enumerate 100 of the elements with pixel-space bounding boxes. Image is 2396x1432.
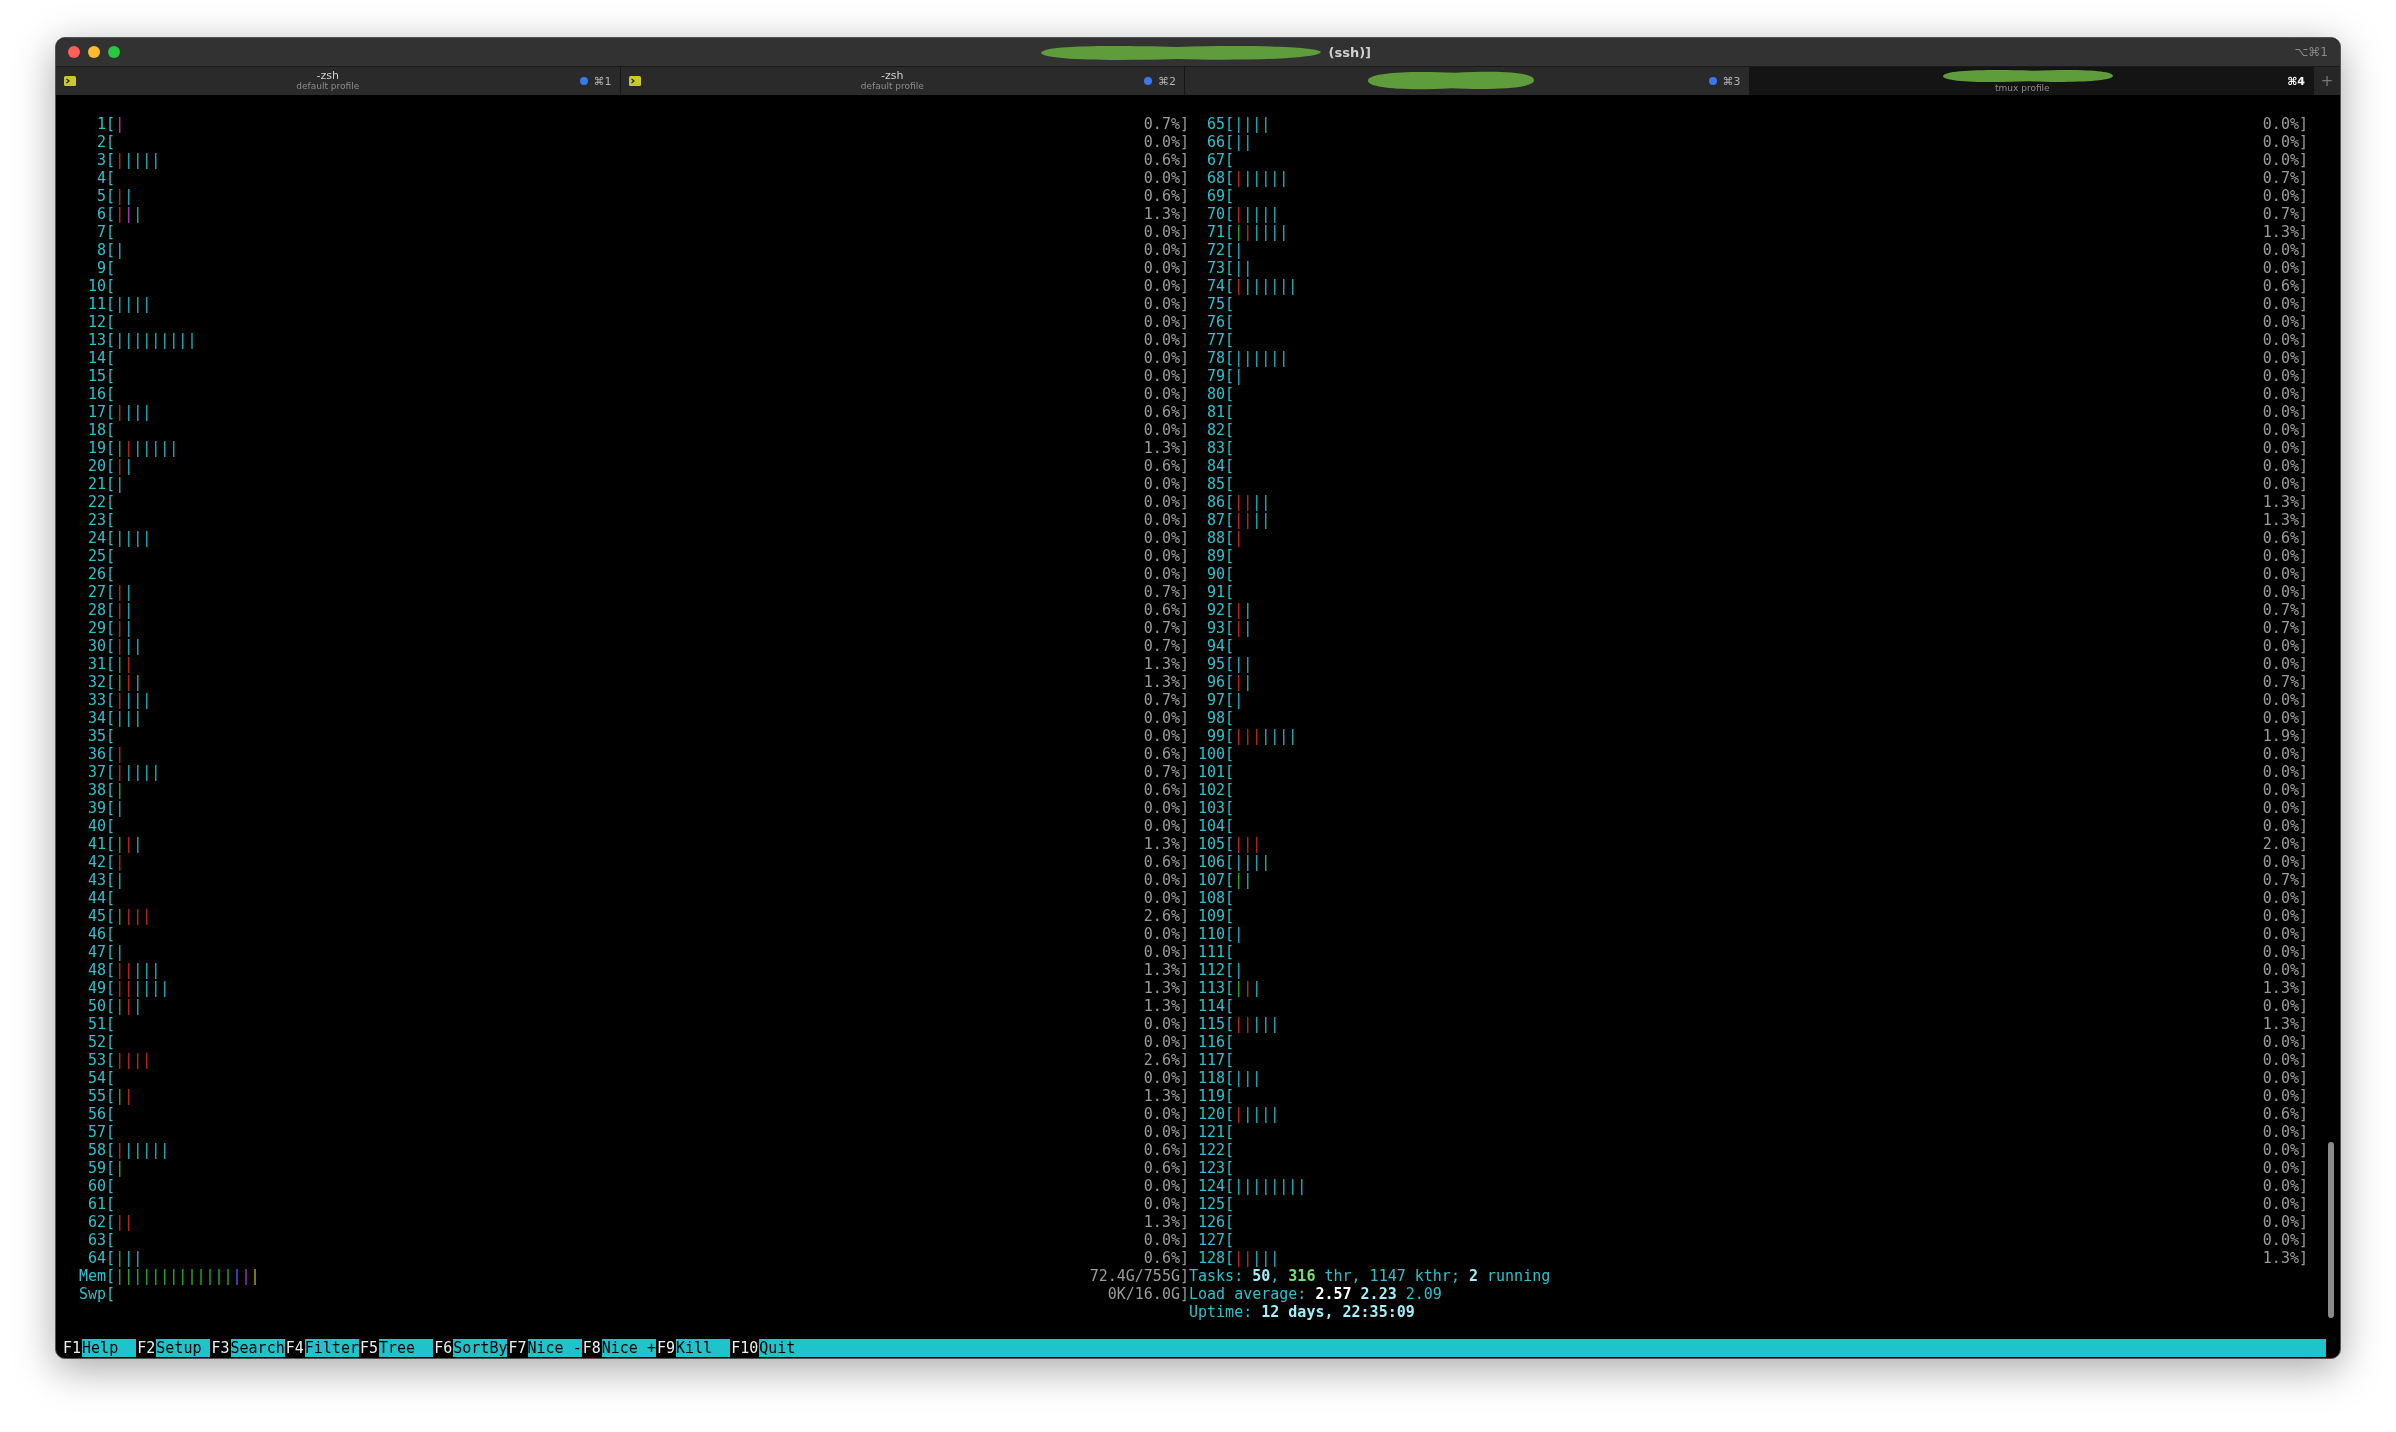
meter-bar-text: |||| [1234, 115, 1271, 133]
meter-reading: 0.6%] [1143, 853, 1189, 871]
meter-label: 108[ [1197, 889, 1235, 907]
meter-bar-text: | [115, 781, 125, 799]
meter-reading: 0.0%] [1143, 727, 1189, 745]
meter-label: 15[ [87, 367, 116, 385]
minimize-button[interactable] [88, 46, 100, 58]
meter-label: 91[ [1206, 583, 1235, 601]
meter-reading: 1.3%] [1143, 979, 1189, 997]
meter-label: Swp[ [78, 1285, 116, 1303]
meter-label: 27[ [87, 583, 116, 601]
meter-bar-text: ||||| [115, 961, 161, 979]
meter-reading: 0.0%] [2262, 349, 2308, 367]
meter-reading: 0.0%] [2262, 817, 2308, 835]
meter-bar-text: ||||||||| [115, 331, 197, 349]
meter-label: 53[ [87, 1051, 116, 1069]
meter-bar-text: || [1234, 673, 1253, 691]
meter-label: 79[ [1206, 367, 1235, 385]
meter-reading: 0.0%] [1143, 241, 1189, 259]
meter-label: 96[ [1206, 673, 1235, 691]
zoom-button[interactable] [108, 46, 120, 58]
meter-label: 56[ [87, 1105, 116, 1123]
terminal-tab[interactable]: -zsh default profile ⌘1 [56, 67, 621, 95]
meter-bar-text: |||| [115, 907, 152, 925]
meter-label: 44[ [87, 889, 116, 907]
meter-label: 75[ [1206, 295, 1235, 313]
scrollbar-thumb[interactable] [2328, 1142, 2334, 1318]
meter-reading: 0.0%] [1143, 259, 1189, 277]
meter-reading: 0.0%] [1143, 511, 1189, 529]
meter-bar-text: | [115, 745, 125, 763]
meter-bar-text: | [115, 871, 125, 889]
meter-reading: 1.3%] [2262, 979, 2308, 997]
meter-reading: 0.0%] [1143, 1195, 1189, 1213]
meter-bar-text: ||||||| [115, 439, 179, 457]
meter-label: 97[ [1206, 691, 1235, 709]
terminal-tab[interactable]: tmux profile ⌘4 [1749, 67, 2314, 95]
meter-bar-text: | [115, 475, 125, 493]
meter-label: 39[ [87, 799, 116, 817]
meter-reading: 0.0%] [2262, 889, 2308, 907]
meter-reading: 0K/16.0G] [1107, 1285, 1189, 1303]
meter-label: 19[ [87, 439, 116, 457]
meter-label: 118[ [1197, 1069, 1235, 1087]
meter-reading: 0.0%] [1143, 169, 1189, 187]
meter-label: 120[ [1197, 1105, 1235, 1123]
meter-label: 57[ [87, 1123, 116, 1141]
meter-bar-text: || [115, 457, 134, 475]
meter-reading: 1.3%] [1143, 961, 1189, 979]
meter-label: 87[ [1206, 511, 1235, 529]
meter-bar-text: ||| [115, 1249, 143, 1267]
meter-reading: 0.0%] [1143, 367, 1189, 385]
tab-profile: tmux profile [1995, 84, 2050, 94]
meter-reading: 0.0%] [2262, 457, 2308, 475]
meter-label: 104[ [1197, 817, 1235, 835]
meter-label: 94[ [1206, 637, 1235, 655]
meter-label: 9[ [96, 259, 116, 277]
meter-label: 95[ [1206, 655, 1235, 673]
meter-label: 62[ [87, 1213, 116, 1231]
meter-label: 42[ [87, 853, 116, 871]
terminal-tab[interactable]: -zsh default profile ⌘2 [620, 67, 1185, 95]
meter-reading: 0.0%] [1143, 223, 1189, 241]
terminal-tab[interactable]: ⌘3 [1185, 67, 1750, 95]
meter-label: 43[ [87, 871, 116, 889]
meter-reading: 0.0%] [1143, 475, 1189, 493]
tab-shortcut: ⌘2 [1158, 74, 1176, 88]
meter-reading: 0.0%] [1143, 493, 1189, 511]
meter-label: 65[ [1206, 115, 1235, 133]
meter-label: 4[ [96, 169, 116, 187]
meter-label: 3[ [96, 151, 116, 169]
close-button[interactable] [68, 46, 80, 58]
meter-reading: 0.7%] [1143, 583, 1189, 601]
meter-bar-text: ||||||| [1234, 277, 1298, 295]
meter-label: 89[ [1206, 547, 1235, 565]
meter-bar-text: |||| [1234, 493, 1271, 511]
meter-reading: 1.3%] [1143, 1087, 1189, 1105]
meter-reading: 0.0%] [2262, 241, 2308, 259]
meter-reading: 0.6%] [2262, 529, 2308, 547]
meter-reading: 0.0%] [2262, 1141, 2308, 1159]
meter-reading: 0.7%] [1143, 619, 1189, 637]
meter-bar-text: ||||| [115, 763, 161, 781]
meter-reading: 0.0%] [2262, 1159, 2308, 1177]
meter-bar-text: ||| [1234, 835, 1262, 853]
meter-label: 88[ [1206, 529, 1235, 547]
meter-reading: 0.0%] [2262, 295, 2308, 313]
meter-reading: 0.0%] [2262, 709, 2308, 727]
meter-label: 26[ [87, 565, 116, 583]
meter-bar-text: |||| [1234, 853, 1271, 871]
tab-title: -zsh [881, 70, 904, 82]
meter-label: 13[ [87, 331, 116, 349]
meter-reading: 0.0%] [1143, 943, 1189, 961]
meter-reading: 0.0%] [2262, 853, 2308, 871]
meter-reading: 0.0%] [1143, 709, 1189, 727]
meter-bar-text: | [115, 853, 125, 871]
meter-reading: 0.0%] [2262, 385, 2308, 403]
meter-reading: 0.7%] [1143, 691, 1189, 709]
meter-label: 71[ [1206, 223, 1235, 241]
meter-label: 106[ [1197, 853, 1235, 871]
meter-reading: 0.6%] [1143, 1249, 1189, 1267]
meter-reading: 0.0%] [1143, 871, 1189, 889]
meter-label: 63[ [87, 1231, 116, 1249]
meter-label: 86[ [1206, 493, 1235, 511]
